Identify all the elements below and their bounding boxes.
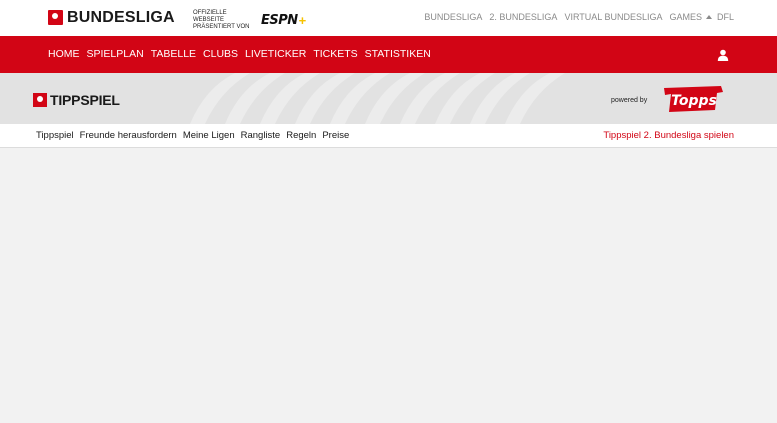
top-links: BUNDESLIGA 2. BUNDESLIGA VIRTUAL BUNDESL…: [417, 12, 734, 22]
tippspiel-title: TIPPSPIEL: [50, 92, 120, 108]
nav-item-spielplan[interactable]: SPIELPLAN: [87, 48, 144, 60]
top-link-dfl[interactable]: DFL: [717, 12, 734, 22]
user-icon[interactable]: [717, 49, 729, 61]
main-nav-items: HOME SPIELPLAN TABELLE CLUBS LIVETICKER …: [48, 48, 438, 60]
nav-item-home[interactable]: HOME: [48, 48, 80, 60]
top-link-games-label: GAMES: [669, 12, 702, 22]
content-area: [0, 148, 777, 423]
tippspiel-logo[interactable]: TIPPSPIEL: [33, 92, 120, 108]
sub-nav: Tippspiel Freunde herausfordern Meine Li…: [0, 124, 777, 148]
bundesliga-emblem-icon: [48, 10, 63, 25]
top-link-2-bundesliga[interactable]: 2. BUNDESLIGA: [489, 12, 557, 22]
nav-item-liveticker[interactable]: LIVETICKER: [245, 48, 306, 60]
bundesliga-logo-text: BUNDESLIGA: [67, 9, 175, 26]
nav-item-clubs[interactable]: CLUBS: [203, 48, 238, 60]
subnav-item-tippspiel[interactable]: Tippspiel: [36, 130, 74, 141]
bundesliga-logo[interactable]: BUNDESLIGA: [48, 9, 175, 26]
nav-item-statistiken[interactable]: STATISTIKEN: [365, 48, 431, 60]
topps-logo[interactable]: Topps: [661, 84, 727, 114]
nav-item-tabelle[interactable]: TABELLE: [151, 48, 196, 60]
tippspiel-2-bundesliga-link[interactable]: Tippspiel 2. Bundesliga spielen: [603, 130, 734, 141]
espn-sponsor[interactable]: OFFIZIELLE WEBSEITE PRÄSENTIERT VON ESPN…: [193, 10, 306, 31]
top-link-bundesliga[interactable]: BUNDESLIGA: [424, 12, 482, 22]
caret-up-icon: [705, 15, 712, 19]
top-link-games[interactable]: GAMES: [669, 12, 712, 22]
topps-logo-text: Topps: [671, 93, 717, 109]
espn-caption: OFFIZIELLE WEBSEITE PRÄSENTIERT VON: [193, 10, 250, 30]
powered-by-label: powered by: [611, 97, 648, 104]
espn-plus-icon: +: [298, 13, 307, 28]
bundesliga-emblem-icon: [33, 93, 47, 107]
espn-logo: ESPN: [261, 13, 298, 28]
subnav-item-rangliste[interactable]: Rangliste: [241, 130, 281, 141]
top-header: BUNDESLIGA OFFIZIELLE WEBSEITE PRÄSENTIE…: [0, 0, 777, 36]
sub-nav-items: Tippspiel Freunde herausfordern Meine Li…: [36, 130, 355, 141]
subnav-item-meine-ligen[interactable]: Meine Ligen: [183, 130, 235, 141]
main-nav: HOME SPIELPLAN TABELLE CLUBS LIVETICKER …: [0, 36, 777, 73]
subnav-item-freunde-herausfordern[interactable]: Freunde herausfordern: [80, 130, 177, 141]
subnav-item-preise[interactable]: Preise: [322, 130, 349, 141]
subnav-item-regeln[interactable]: Regeln: [286, 130, 316, 141]
nav-item-tickets[interactable]: TICKETS: [313, 48, 357, 60]
top-link-virtual-bundesliga[interactable]: VIRTUAL BUNDESLIGA: [564, 12, 662, 22]
